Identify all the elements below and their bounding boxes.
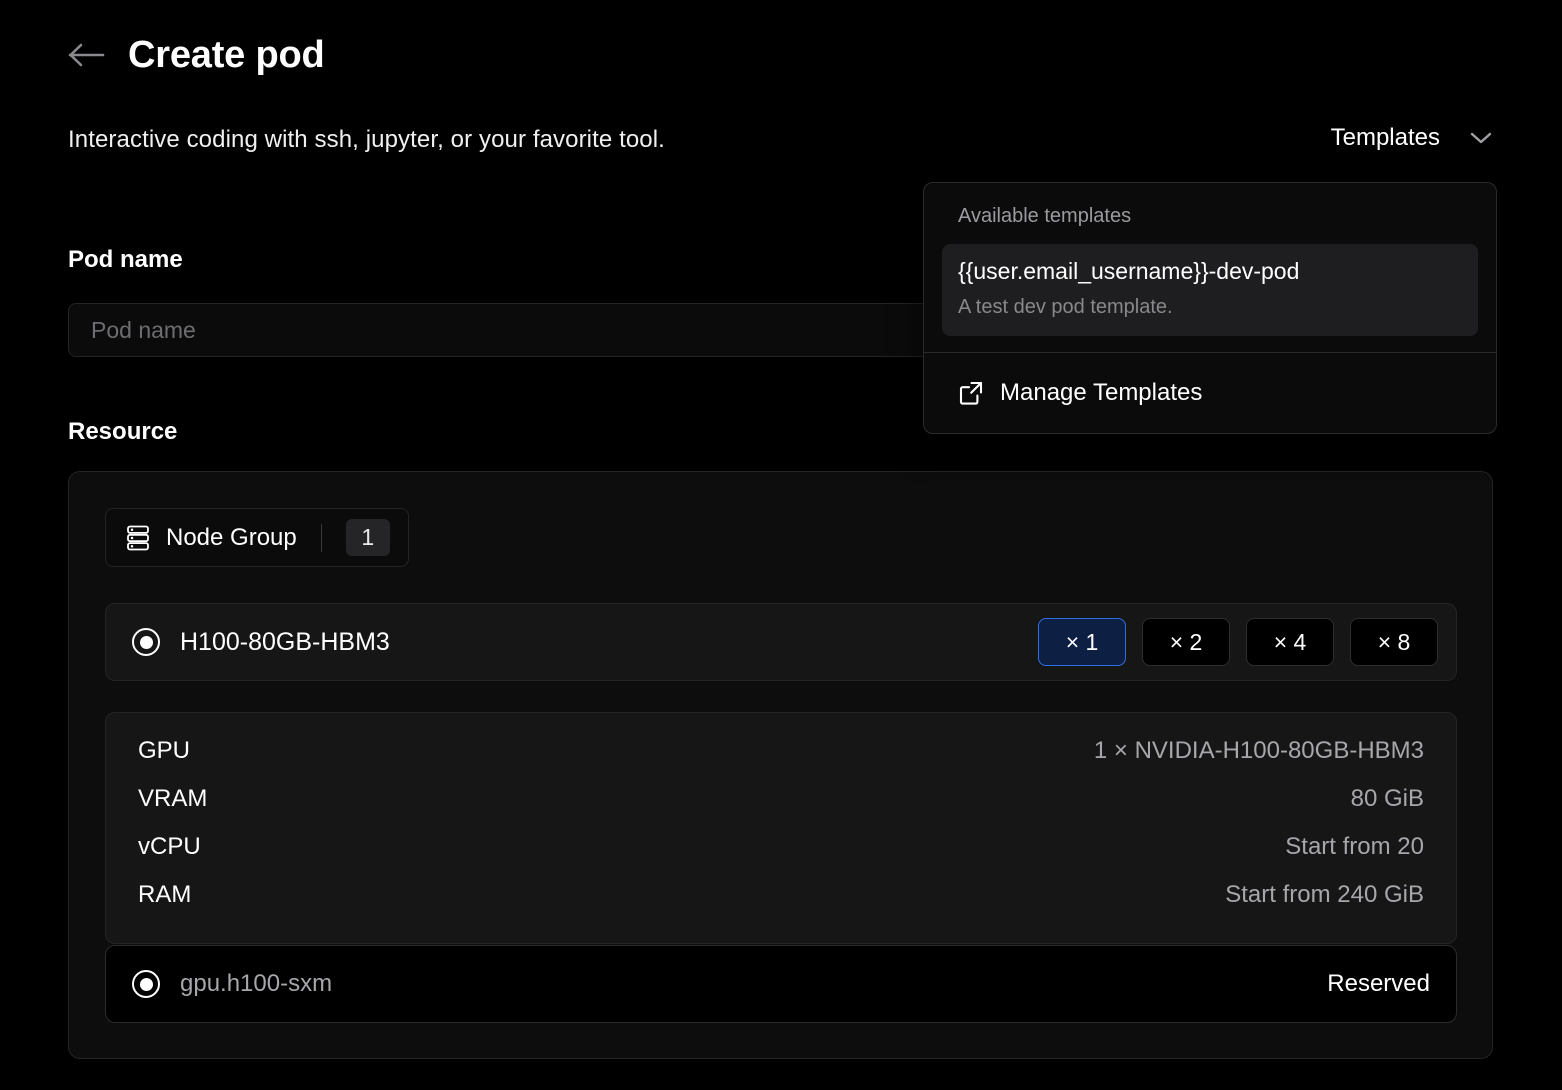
chevron-down-icon bbox=[1470, 131, 1492, 145]
instance-option-radio[interactable] bbox=[132, 970, 160, 998]
available-templates-heading: Available templates bbox=[958, 205, 1132, 227]
page-header: Create pod bbox=[68, 34, 325, 76]
gpu-option-row[interactable]: H100-80GB-HBM3 × 1 × 2 × 4 × 8 bbox=[105, 603, 1457, 681]
node-group-count-badge: 1 bbox=[345, 519, 390, 556]
multiplier-button-2[interactable]: × 2 bbox=[1142, 618, 1230, 666]
manage-templates-button[interactable]: Manage Templates bbox=[924, 353, 1496, 433]
spec-key: VRAM bbox=[138, 785, 208, 812]
status-badge: Reserved bbox=[1327, 970, 1430, 997]
spec-value: 80 GiB bbox=[1350, 785, 1424, 812]
spec-key: vCPU bbox=[138, 833, 201, 860]
spec-row: VRAM 80 GiB bbox=[138, 785, 1424, 813]
manage-templates-label: Manage Templates bbox=[1000, 378, 1203, 406]
templates-dropdown-trigger[interactable]: Templates bbox=[1331, 124, 1492, 152]
node-group-label: Node Group bbox=[166, 523, 297, 551]
instance-name: gpu.h100-sxm bbox=[180, 970, 333, 997]
chip-separator bbox=[320, 523, 322, 552]
spec-key: GPU bbox=[138, 737, 191, 764]
templates-trigger-label: Templates bbox=[1330, 124, 1440, 151]
available-templates-section: Available templates {{user.email_usernam… bbox=[924, 183, 1496, 352]
pod-name-label: Pod name bbox=[68, 246, 183, 273]
gpu-option-radio[interactable] bbox=[132, 628, 160, 656]
gpu-option-left: H100-80GB-HBM3 bbox=[132, 628, 390, 657]
spec-row: RAM Start from 240 GiB bbox=[138, 881, 1424, 909]
arrow-left-icon bbox=[68, 43, 105, 67]
spec-key: RAM bbox=[138, 881, 192, 908]
back-button[interactable] bbox=[68, 36, 106, 74]
page-subtitle: Interactive coding with ssh, jupyter, or… bbox=[68, 126, 665, 153]
node-group-chip[interactable]: Node Group 1 bbox=[105, 508, 409, 567]
gpu-spec-card: GPU 1 × NVIDIA-H100-80GB-HBM3 VRAM 80 Gi… bbox=[105, 712, 1457, 944]
page-title: Create pod bbox=[128, 34, 325, 76]
external-link-icon bbox=[958, 380, 984, 406]
spec-value: Start from 240 GiB bbox=[1225, 881, 1424, 908]
resource-card: Node Group 1 H100-80GB-HBM3 × 1 × 2 × 4 … bbox=[68, 471, 1493, 1059]
templates-dropdown-panel: Available templates {{user.email_usernam… bbox=[923, 182, 1497, 434]
multiplier-button-1[interactable]: × 1 bbox=[1038, 618, 1126, 666]
spec-row: GPU 1 × NVIDIA-H100-80GB-HBM3 bbox=[138, 737, 1424, 765]
template-item-title: {{user.email_username}}-dev-pod bbox=[958, 258, 1300, 284]
spec-row: vCPU Start from 20 bbox=[138, 833, 1424, 861]
gpu-multiplier-group: × 1 × 2 × 4 × 8 bbox=[1038, 618, 1438, 666]
spec-value: 1 × NVIDIA-H100-80GB-HBM3 bbox=[1093, 737, 1424, 764]
multiplier-button-4[interactable]: × 4 bbox=[1246, 618, 1334, 666]
server-stack-icon bbox=[126, 525, 150, 551]
template-item-description: A test dev pod template. bbox=[958, 295, 1173, 318]
multiplier-button-8[interactable]: × 8 bbox=[1350, 618, 1438, 666]
gpu-option-name: H100-80GB-HBM3 bbox=[180, 627, 390, 656]
instance-option-row[interactable]: gpu.h100-sxm Reserved bbox=[105, 945, 1457, 1023]
spec-value: Start from 20 bbox=[1285, 833, 1424, 860]
template-list-item[interactable]: {{user.email_username}}-dev-pod A test d… bbox=[942, 244, 1478, 336]
instance-option-left: gpu.h100-sxm bbox=[132, 970, 332, 998]
resource-label: Resource bbox=[68, 418, 178, 445]
